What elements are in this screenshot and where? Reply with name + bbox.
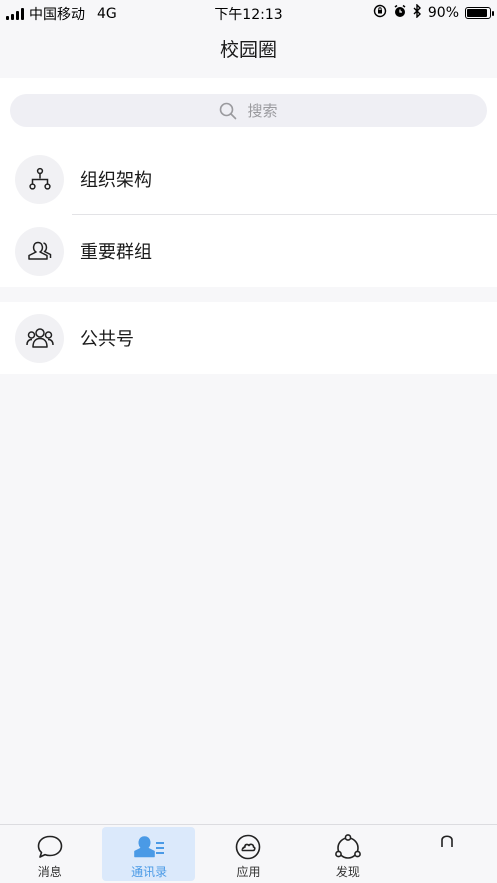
contacts-group-main: 组织架构 重要群组 xyxy=(0,143,497,287)
nav-bar: 校园圈 xyxy=(0,26,497,78)
battery-icon xyxy=(465,7,494,19)
chat-bubble-icon xyxy=(36,833,64,861)
tab-bar: 消息 通讯录 应用 发现 xyxy=(0,824,497,883)
list-item-label: 组织架构 xyxy=(80,170,152,191)
tab-label: 消息 xyxy=(37,865,62,879)
list-item-label: 公共号 xyxy=(80,329,134,350)
tab-label: 通讯录 xyxy=(131,865,168,879)
search-section: 搜索 xyxy=(0,78,497,143)
group-people-icon xyxy=(15,226,64,276)
contacts-icon xyxy=(132,833,166,861)
apps-cloud-icon xyxy=(234,833,262,861)
search-input[interactable]: 搜索 xyxy=(10,94,487,127)
battery-percent: 90% xyxy=(427,5,459,21)
tab-apps[interactable]: 应用 xyxy=(199,825,298,883)
list-item-org-structure[interactable]: 组织架构 xyxy=(0,143,497,215)
alarm-icon xyxy=(393,4,407,22)
list-item-important-groups[interactable]: 重要群组 xyxy=(0,215,497,287)
status-bar: 中国移动 4G 下午12:13 90% xyxy=(0,0,497,26)
list-item-label: 重要群组 xyxy=(80,242,152,263)
contacts-screen: 中国移动 4G 下午12:13 90% 校园圈 搜索 组织架构 重要群组 公共号… xyxy=(0,0,497,883)
tab-messages[interactable]: 消息 xyxy=(0,825,99,883)
rotation-lock-icon xyxy=(373,4,387,22)
tab-label: 应用 xyxy=(236,865,261,879)
tab-label: 发现 xyxy=(335,865,360,879)
discover-icon xyxy=(333,833,363,861)
org-chart-icon xyxy=(15,154,64,204)
tab-discover[interactable]: 发现 xyxy=(298,825,397,883)
tab-me[interactable] xyxy=(398,825,497,883)
tab-contacts[interactable]: 通讯录 xyxy=(99,825,198,883)
search-placeholder: 搜索 xyxy=(247,102,278,120)
bluetooth-icon xyxy=(413,3,422,22)
search-icon xyxy=(220,102,237,119)
list-item-public-accounts[interactable]: 公共号 xyxy=(0,302,497,374)
page-title: 校园圈 xyxy=(219,39,277,61)
public-account-icon xyxy=(15,313,64,363)
contacts-group-public: 公共号 xyxy=(0,302,497,374)
me-icon xyxy=(433,833,461,861)
